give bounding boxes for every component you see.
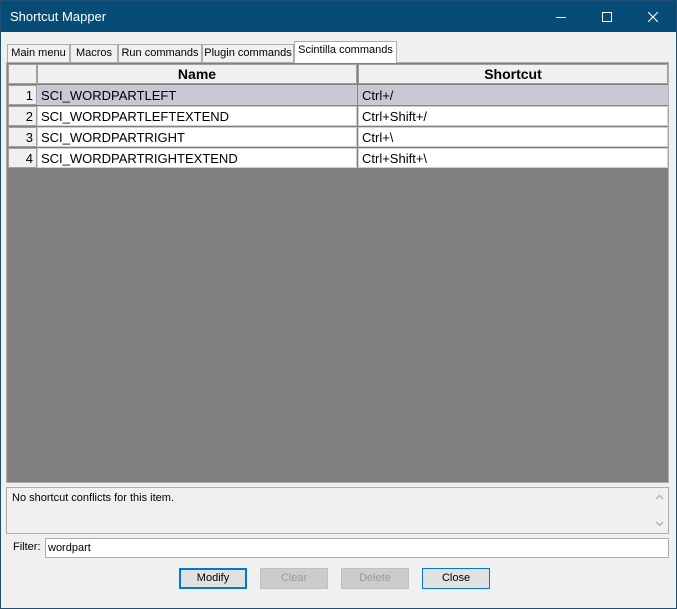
tab-scintilla-commands[interactable]: Scintilla commands xyxy=(294,41,397,63)
filter-label: Filter: xyxy=(13,541,41,553)
modify-button[interactable]: Modify xyxy=(179,568,247,589)
row-number: 2 xyxy=(8,106,37,126)
delete-button[interactable]: Delete xyxy=(341,568,409,589)
clear-button[interactable]: Clear xyxy=(260,568,328,589)
shortcut-cell[interactable]: Ctrl+Shift+\ xyxy=(358,148,668,168)
command-name-cell[interactable]: SCI_WORDPARTRIGHT xyxy=(37,127,357,147)
close-icon xyxy=(648,11,658,22)
tab-plugin-commands[interactable]: Plugin commands xyxy=(202,44,294,62)
scroll-down-icon[interactable] xyxy=(651,517,668,531)
conflict-info-box[interactable]: No shortcut conflicts for this item. xyxy=(6,487,669,534)
tab-run-commands[interactable]: Run commands xyxy=(118,44,202,62)
tab-main-menu[interactable]: Main menu xyxy=(7,44,70,62)
shortcut-cell[interactable]: Ctrl+/ xyxy=(358,85,668,105)
minimize-button[interactable] xyxy=(538,1,584,32)
shortcut-cell[interactable]: Ctrl+Shift+/ xyxy=(358,106,668,126)
minimize-icon xyxy=(556,16,566,18)
filter-input[interactable] xyxy=(45,538,669,558)
grid-corner xyxy=(8,64,37,84)
column-header-name[interactable]: Name xyxy=(37,64,357,84)
command-name-cell[interactable]: SCI_WORDPARTRIGHTEXTEND xyxy=(37,148,357,168)
row-number: 4 xyxy=(8,148,37,168)
window-title: Shortcut Mapper xyxy=(10,9,107,24)
row-number: 3 xyxy=(8,127,37,147)
close-window-button[interactable] xyxy=(630,1,676,32)
shortcut-cell[interactable]: Ctrl+\ xyxy=(358,127,668,147)
maximize-icon xyxy=(602,11,612,22)
conflict-info-text: No shortcut conflicts for this item. xyxy=(12,492,174,504)
maximize-button[interactable] xyxy=(584,1,630,32)
column-header-shortcut[interactable]: Shortcut xyxy=(358,64,668,84)
title-bar[interactable]: Shortcut Mapper xyxy=(1,1,676,32)
command-name-cell[interactable]: SCI_WORDPARTLEFT xyxy=(37,85,357,105)
conflict-scrollbar[interactable] xyxy=(651,488,668,533)
shortcut-grid[interactable]: Name Shortcut 1 SCI_WORDPARTLEFT Ctrl+/ … xyxy=(6,62,669,483)
command-name-cell[interactable]: SCI_WORDPARTLEFTEXTEND xyxy=(37,106,357,126)
scroll-up-icon[interactable] xyxy=(651,490,668,504)
row-number: 1 xyxy=(8,85,37,105)
close-button[interactable]: Close xyxy=(422,568,490,589)
tab-macros[interactable]: Macros xyxy=(70,44,118,62)
